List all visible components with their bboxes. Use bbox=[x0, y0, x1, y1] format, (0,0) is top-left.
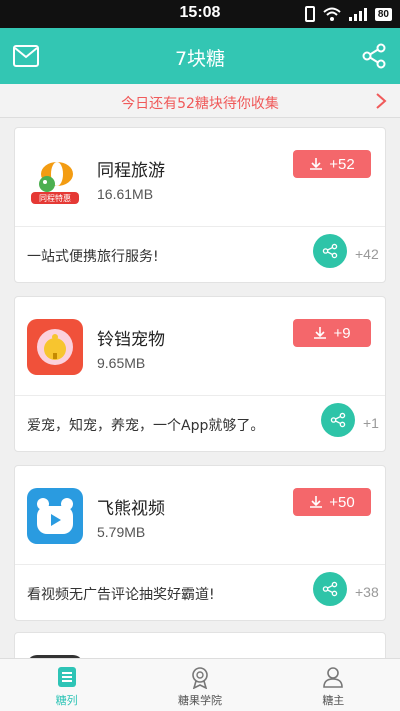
share-icon[interactable] bbox=[360, 42, 388, 70]
share-count: +42 bbox=[355, 246, 379, 262]
download-reward: +52 bbox=[329, 155, 355, 173]
download-button[interactable]: +9 bbox=[293, 319, 371, 347]
share-button[interactable] bbox=[313, 234, 347, 268]
signal-icon bbox=[348, 7, 367, 21]
app-card[interactable]: 同程特惠 同程旅游 16.61MB +52 一站式便携旅行服务! +42 bbox=[14, 127, 386, 283]
wifi-icon bbox=[323, 7, 341, 21]
app-card[interactable]: 飞熊视频 5.79MB +50 看视频无广告评论抽奖好霸道! +38 bbox=[14, 465, 386, 621]
vibrate-icon bbox=[304, 6, 315, 22]
app-card[interactable]: 铃铛宠物 9.65MB +9 爱宠，知宠，养宠，一个App就够了。 +1 bbox=[14, 296, 386, 452]
status-bar: 15:08 80 bbox=[0, 0, 400, 28]
banner-text: 今日还有52糖块待你收集 bbox=[121, 96, 279, 112]
tab-candy-academy[interactable]: 糖果学院 bbox=[133, 659, 266, 711]
tab-label: 糖果学院 bbox=[177, 694, 222, 707]
user-icon bbox=[323, 667, 344, 688]
download-reward: +50 bbox=[329, 493, 355, 511]
app-header: 7块糖 bbox=[0, 28, 400, 84]
app-name: 同程旅游 bbox=[97, 161, 165, 181]
download-button[interactable]: +52 bbox=[293, 150, 371, 178]
app-size: 5.79MB bbox=[97, 524, 146, 540]
download-icon bbox=[310, 158, 323, 170]
divider bbox=[15, 395, 385, 396]
app-name: 飞熊视频 bbox=[97, 499, 165, 519]
app-description: 爱宠，知宠，养宠，一个App就够了。 bbox=[27, 418, 265, 434]
download-button[interactable]: +50 bbox=[293, 488, 371, 516]
app-description: 一站式便携旅行服务! bbox=[27, 249, 159, 265]
bottom-tab-bar: 糖列 糖果学院 糖主 bbox=[0, 658, 400, 711]
battery-icon: 80 bbox=[374, 7, 392, 21]
tab-candy-list[interactable]: 糖列 bbox=[0, 659, 133, 711]
app-size: 16.61MB bbox=[97, 186, 154, 202]
app-icon-feixiong bbox=[27, 488, 83, 544]
tab-candy-owner[interactable]: 糖主 bbox=[267, 659, 400, 711]
tab-label: 糖主 bbox=[322, 694, 345, 707]
candy-banner[interactable]: 今日还有52糖块待你收集 bbox=[0, 84, 400, 118]
page-title: 7块糖 bbox=[174, 48, 226, 70]
download-icon bbox=[310, 496, 323, 508]
status-icons: 80 bbox=[304, 5, 392, 23]
app-name: 铃铛宠物 bbox=[97, 330, 165, 350]
share-button[interactable] bbox=[321, 403, 355, 437]
app-size: 9.65MB bbox=[97, 355, 146, 371]
share-icon bbox=[322, 581, 338, 597]
tab-label: 糖列 bbox=[55, 694, 78, 707]
share-icon bbox=[322, 243, 338, 259]
share-count: +1 bbox=[363, 415, 379, 431]
list-icon bbox=[57, 667, 76, 687]
share-icon bbox=[330, 412, 346, 428]
download-reward: +9 bbox=[333, 324, 351, 342]
share-count: +38 bbox=[355, 584, 379, 600]
app-icon-lingdang bbox=[27, 319, 83, 375]
chevron-right-icon bbox=[376, 93, 387, 109]
divider bbox=[15, 226, 385, 227]
icon-caption: 同程特惠 bbox=[39, 193, 71, 203]
share-button[interactable] bbox=[313, 572, 347, 606]
app-description: 看视频无广告评论抽奖好霸道! bbox=[27, 587, 215, 603]
badge-icon bbox=[192, 667, 208, 689]
app-icon-tongcheng: 同程特惠 bbox=[27, 150, 83, 206]
download-icon bbox=[314, 327, 327, 339]
divider bbox=[15, 564, 385, 565]
